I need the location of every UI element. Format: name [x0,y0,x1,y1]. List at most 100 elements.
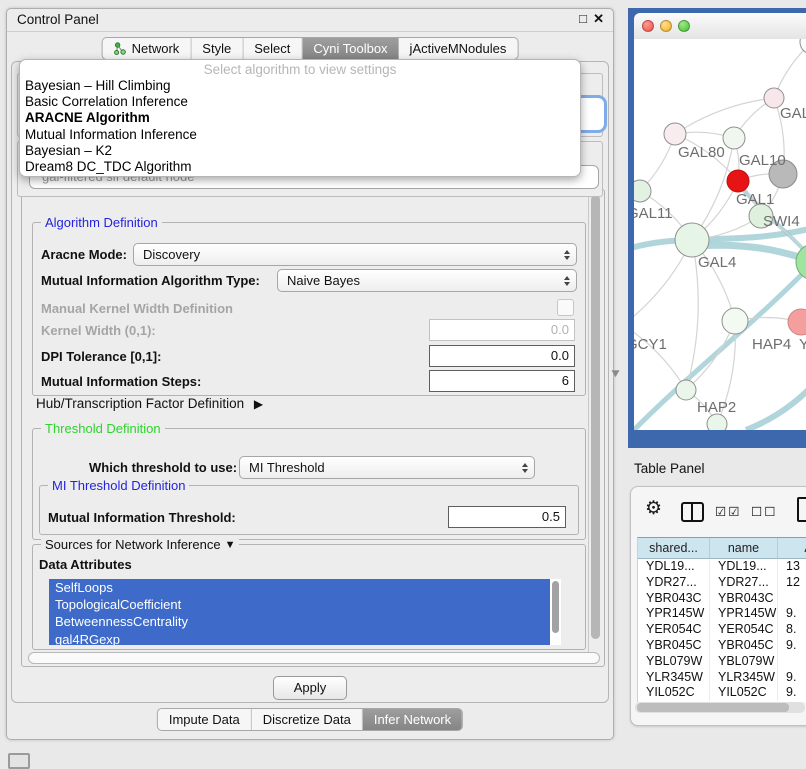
table-row[interactable]: YBL079WYBL079W [638,654,806,670]
network-node[interactable] [707,414,727,430]
close-window-icon[interactable]: ✕ [593,11,604,27]
algorithm-option[interactable]: Mutual Information Inference [20,127,580,143]
network-window-titlebar[interactable] [634,13,806,40]
tab-impute-data[interactable]: Impute Data [158,709,252,730]
attribute-list-item[interactable]: BetweennessCentrality [49,613,561,630]
split-columns-icon[interactable] [681,502,704,522]
node-label: HAP2 [697,399,736,416]
attribute-list-item[interactable]: gal4RGexp [49,631,561,645]
column-header[interactable]: name [710,538,778,559]
group-title: Algorithm Definition [41,215,162,230]
data-attributes-label: Data Attributes [39,557,132,572]
mi-steps-field[interactable]: 6 [429,370,575,392]
table-row[interactable]: YIL052CYIL052C9. [638,685,806,701]
table-horizontal-scrollbar[interactable] [635,702,805,713]
minimize-traffic-light-icon[interactable] [660,20,672,32]
network-node[interactable] [676,380,696,400]
tab-select[interactable]: Select [243,38,302,59]
bottom-tabbar: Impute Data Discretize Data Infer Networ… [157,708,463,731]
settings-horizontal-scrollbar[interactable] [28,652,600,664]
close-traffic-light-icon[interactable] [642,20,654,32]
network-node[interactable] [722,308,748,334]
table-cell [778,654,806,670]
table-row[interactable]: YBR045CYBR045C9. [638,638,806,654]
tab-jactivemnodules[interactable]: jActiveMNodules [399,38,518,59]
table-cell: 9. [778,638,806,654]
network-node[interactable] [675,223,709,257]
network-node[interactable] [634,180,651,202]
panel-title: Control Panel [17,12,99,27]
page-icon[interactable] [797,497,806,522]
select-all-icon[interactable]: ☑☑ [715,504,741,519]
aracne-mode-label: Aracne Mode: [41,247,127,262]
tab-label: Style [202,38,231,59]
network-node[interactable] [664,123,686,145]
deselect-all-icon[interactable]: ☐☐ [751,504,777,519]
algorithm-option[interactable]: Basic Correlation Inference [20,94,580,110]
table-row[interactable]: YBR043CYBR043C [638,591,806,607]
sources-toggle[interactable]: Sources for Network Inference ▼ [41,537,239,552]
tab-label: Network [132,38,180,59]
sources-group: Sources for Network Inference ▼ Data Att… [32,544,586,650]
aracne-mode-combobox[interactable]: Discovery [133,243,577,266]
algorithm-option[interactable]: Bayesian – Hill Climbing [20,78,580,94]
kernel-width-field[interactable]: 0.0 [429,319,575,341]
network-node[interactable] [796,244,806,280]
which-threshold-combobox[interactable]: MI Threshold [239,456,535,479]
column-header[interactable]: shared... [638,538,710,559]
mi-threshold-label: Mutual Information Threshold: [48,510,236,525]
network-node[interactable] [727,170,749,192]
network-canvas[interactable]: GALGAL80GAL10GAL1GAL11SWI4GAL4GCY1HAP4YH… [634,39,806,430]
attribute-list-item[interactable]: TopologicalCoefficient [49,596,561,613]
attribute-list-item[interactable]: SelfLoops [49,579,561,596]
data-attributes-list[interactable]: SelfLoopsTopologicalCoefficientBetweenne… [49,579,561,645]
dpi-tolerance-field[interactable]: 0.0 [429,345,575,367]
algorithm-dropdown-list: Bayesian – Hill ClimbingBasic Correlatio… [20,78,580,175]
table-row[interactable]: YPR145WYPR145W9. [638,606,806,622]
table-cell: YIL052C [638,685,710,701]
table-row[interactable]: YER054CYER054C8. [638,622,806,638]
network-node[interactable] [723,127,745,149]
list-vertical-scrollbar[interactable] [550,579,561,645]
algorithm-option[interactable]: Dream8 DC_TDC Algorithm [20,159,580,175]
apply-button[interactable]: Apply [273,676,347,700]
collapsed-panel-icon[interactable] [8,753,30,769]
scrollbar-thumb[interactable] [552,581,559,633]
tab-discretize-data[interactable]: Discretize Data [252,709,363,730]
table-panel-title: Table Panel [634,461,705,476]
table-row[interactable]: YDR27...YDR27...12 [638,575,806,591]
table-row[interactable]: YDL19...YDL19...13 [638,559,806,575]
algorithm-option[interactable]: Bayesian – K2 [20,143,580,159]
table-cell: YPR145W [710,606,778,622]
tab-style[interactable]: Style [191,38,243,59]
hub-definition-toggle[interactable]: Hub/Transcription Factor Definition ▶ [36,396,263,411]
mi-threshold-field[interactable]: 0.5 [448,506,566,528]
mi-algorithm-type-combobox[interactable]: Naive Bayes [277,269,577,292]
float-window-icon[interactable]: □ [579,11,587,26]
control-panel-titlebar: Control Panel □ ✕ [7,9,613,32]
algorithm-option[interactable]: ARACNE Algorithm [20,110,580,126]
scrollbar-thumb[interactable] [591,195,600,639]
tab-label: jActiveMNodules [410,38,507,59]
tab-infer-network[interactable]: Infer Network [363,709,462,730]
table-cell: YBR045C [710,638,778,654]
network-node[interactable] [788,309,806,335]
algorithm-definition-group: Algorithm Definition Aracne Mode: Discov… [32,222,586,396]
table-cell: YBL079W [638,654,710,670]
gear-icon[interactable]: ⚙ [645,497,662,520]
manual-kernel-width-checkbox[interactable] [557,299,574,316]
tab-network[interactable]: Network [103,38,192,59]
scrollbar-thumb[interactable] [637,703,789,712]
settings-vertical-scrollbar[interactable] [588,193,602,661]
zoom-traffic-light-icon[interactable] [678,20,690,32]
network-edge[interactable] [686,240,698,390]
network-edge-highlighted[interactable] [746,384,806,430]
tab-label: Discretize Data [263,709,351,730]
stepper-icon [522,463,528,473]
table-row[interactable]: YLR345WYLR345W9. [638,670,806,686]
node-label: SWI4 [763,213,800,230]
tab-cyni-toolbox[interactable]: Cyni Toolbox [302,38,398,59]
network-edge[interactable] [675,98,774,134]
network-edge[interactable] [634,325,686,390]
column-header[interactable]: A [778,538,806,559]
